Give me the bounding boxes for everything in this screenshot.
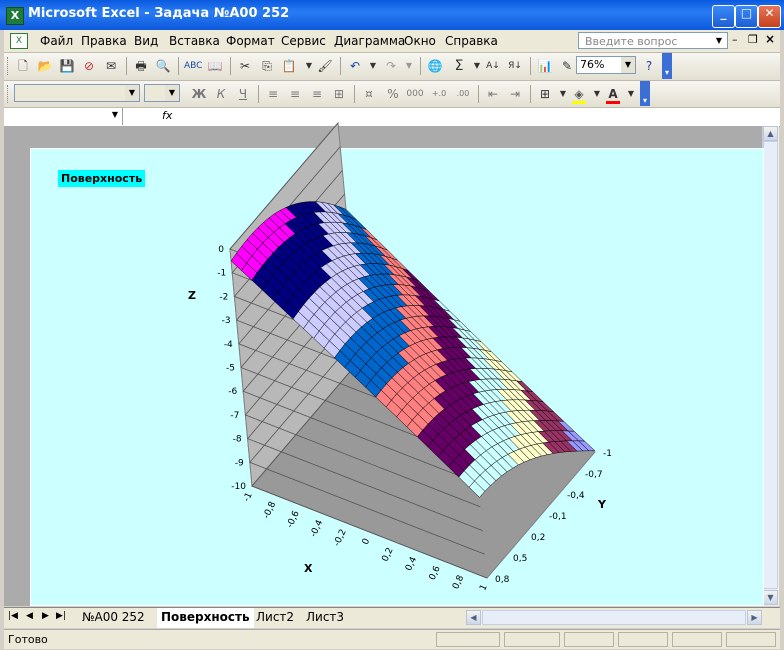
x-axis-label: X [304, 562, 313, 575]
x-tick-label: 0 [361, 537, 373, 547]
z-tick-label: -10 [231, 482, 246, 492]
last-sheet-icon[interactable]: ▶| [56, 611, 66, 621]
sheet-tab-sheet2[interactable]: Лист2 [252, 608, 298, 626]
status-text: Готово [8, 633, 48, 646]
next-sheet-icon[interactable]: ▶ [42, 611, 49, 621]
y-tick-label: -0,7 [585, 470, 603, 480]
x-tick-label: 0,6 [428, 564, 443, 581]
x-tick-label: 0,2 [381, 546, 396, 563]
x-tick-label: -0,2 [332, 528, 348, 548]
status-cell [726, 632, 776, 647]
chart-title[interactable]: Поверхность [58, 170, 146, 187]
sheet-tab-data[interactable]: №А00 252 [78, 608, 149, 626]
status-cell [618, 632, 668, 647]
status-cell [564, 632, 614, 647]
x-tick-label: -0,8 [262, 500, 279, 520]
prev-sheet-icon[interactable]: ◀ [26, 611, 33, 621]
scroll-right-icon[interactable]: ▶ [747, 610, 762, 625]
y-tick-label: 0,5 [513, 554, 527, 564]
x-tick-label: -0,4 [309, 518, 326, 538]
z-tick-label: -7 [230, 411, 239, 421]
horizontal-scrollbar[interactable]: ◀ ▶ [466, 610, 762, 625]
y-tick-label: 0,2 [531, 533, 545, 543]
status-cell [436, 632, 500, 647]
scroll-thumb[interactable] [482, 610, 746, 625]
y-tick-label: 0,8 [495, 575, 510, 585]
z-tick-label: -6 [228, 387, 237, 397]
y-tick-label: -0,4 [567, 491, 585, 501]
x-tick-label: -0,6 [285, 509, 302, 529]
scroll-left-icon[interactable]: ◀ [466, 610, 481, 625]
surface-chart[interactable]: 0-1-2-3-4-5-6-7-8-9-10-1-0,8 -0,6 -0,4 -0,2… [0, 0, 784, 650]
first-sheet-icon[interactable]: |◀ [8, 611, 18, 621]
z-tick-label: -1 [217, 269, 226, 279]
z-axis-label: Z [188, 289, 196, 302]
z-tick-label: -8 [233, 435, 242, 445]
x-tick-label: 0,4 [404, 555, 419, 572]
status-cell [504, 632, 560, 647]
z-tick-label: -3 [222, 316, 231, 326]
z-tick-label: -2 [219, 292, 228, 302]
status-bar: Готово [4, 629, 780, 649]
x-tick-label: -1 [242, 491, 255, 503]
x-tick-label: 0,8 [451, 574, 466, 591]
status-cell [672, 632, 722, 647]
y-axis-label: Y [597, 498, 607, 511]
sheet-tab-sheet3[interactable]: Лист3 [302, 608, 348, 626]
y-tick-label: -1 [603, 449, 612, 459]
x-tick-label: 1 [478, 583, 489, 592]
y-tick-label: -0,1 [549, 512, 567, 522]
z-tick-label: 0 [218, 245, 224, 255]
z-tick-label: -5 [226, 364, 235, 374]
sheet-tab-surface[interactable]: Поверхность [157, 608, 254, 628]
z-tick-label: -9 [235, 458, 244, 468]
z-tick-label: -4 [224, 340, 233, 350]
